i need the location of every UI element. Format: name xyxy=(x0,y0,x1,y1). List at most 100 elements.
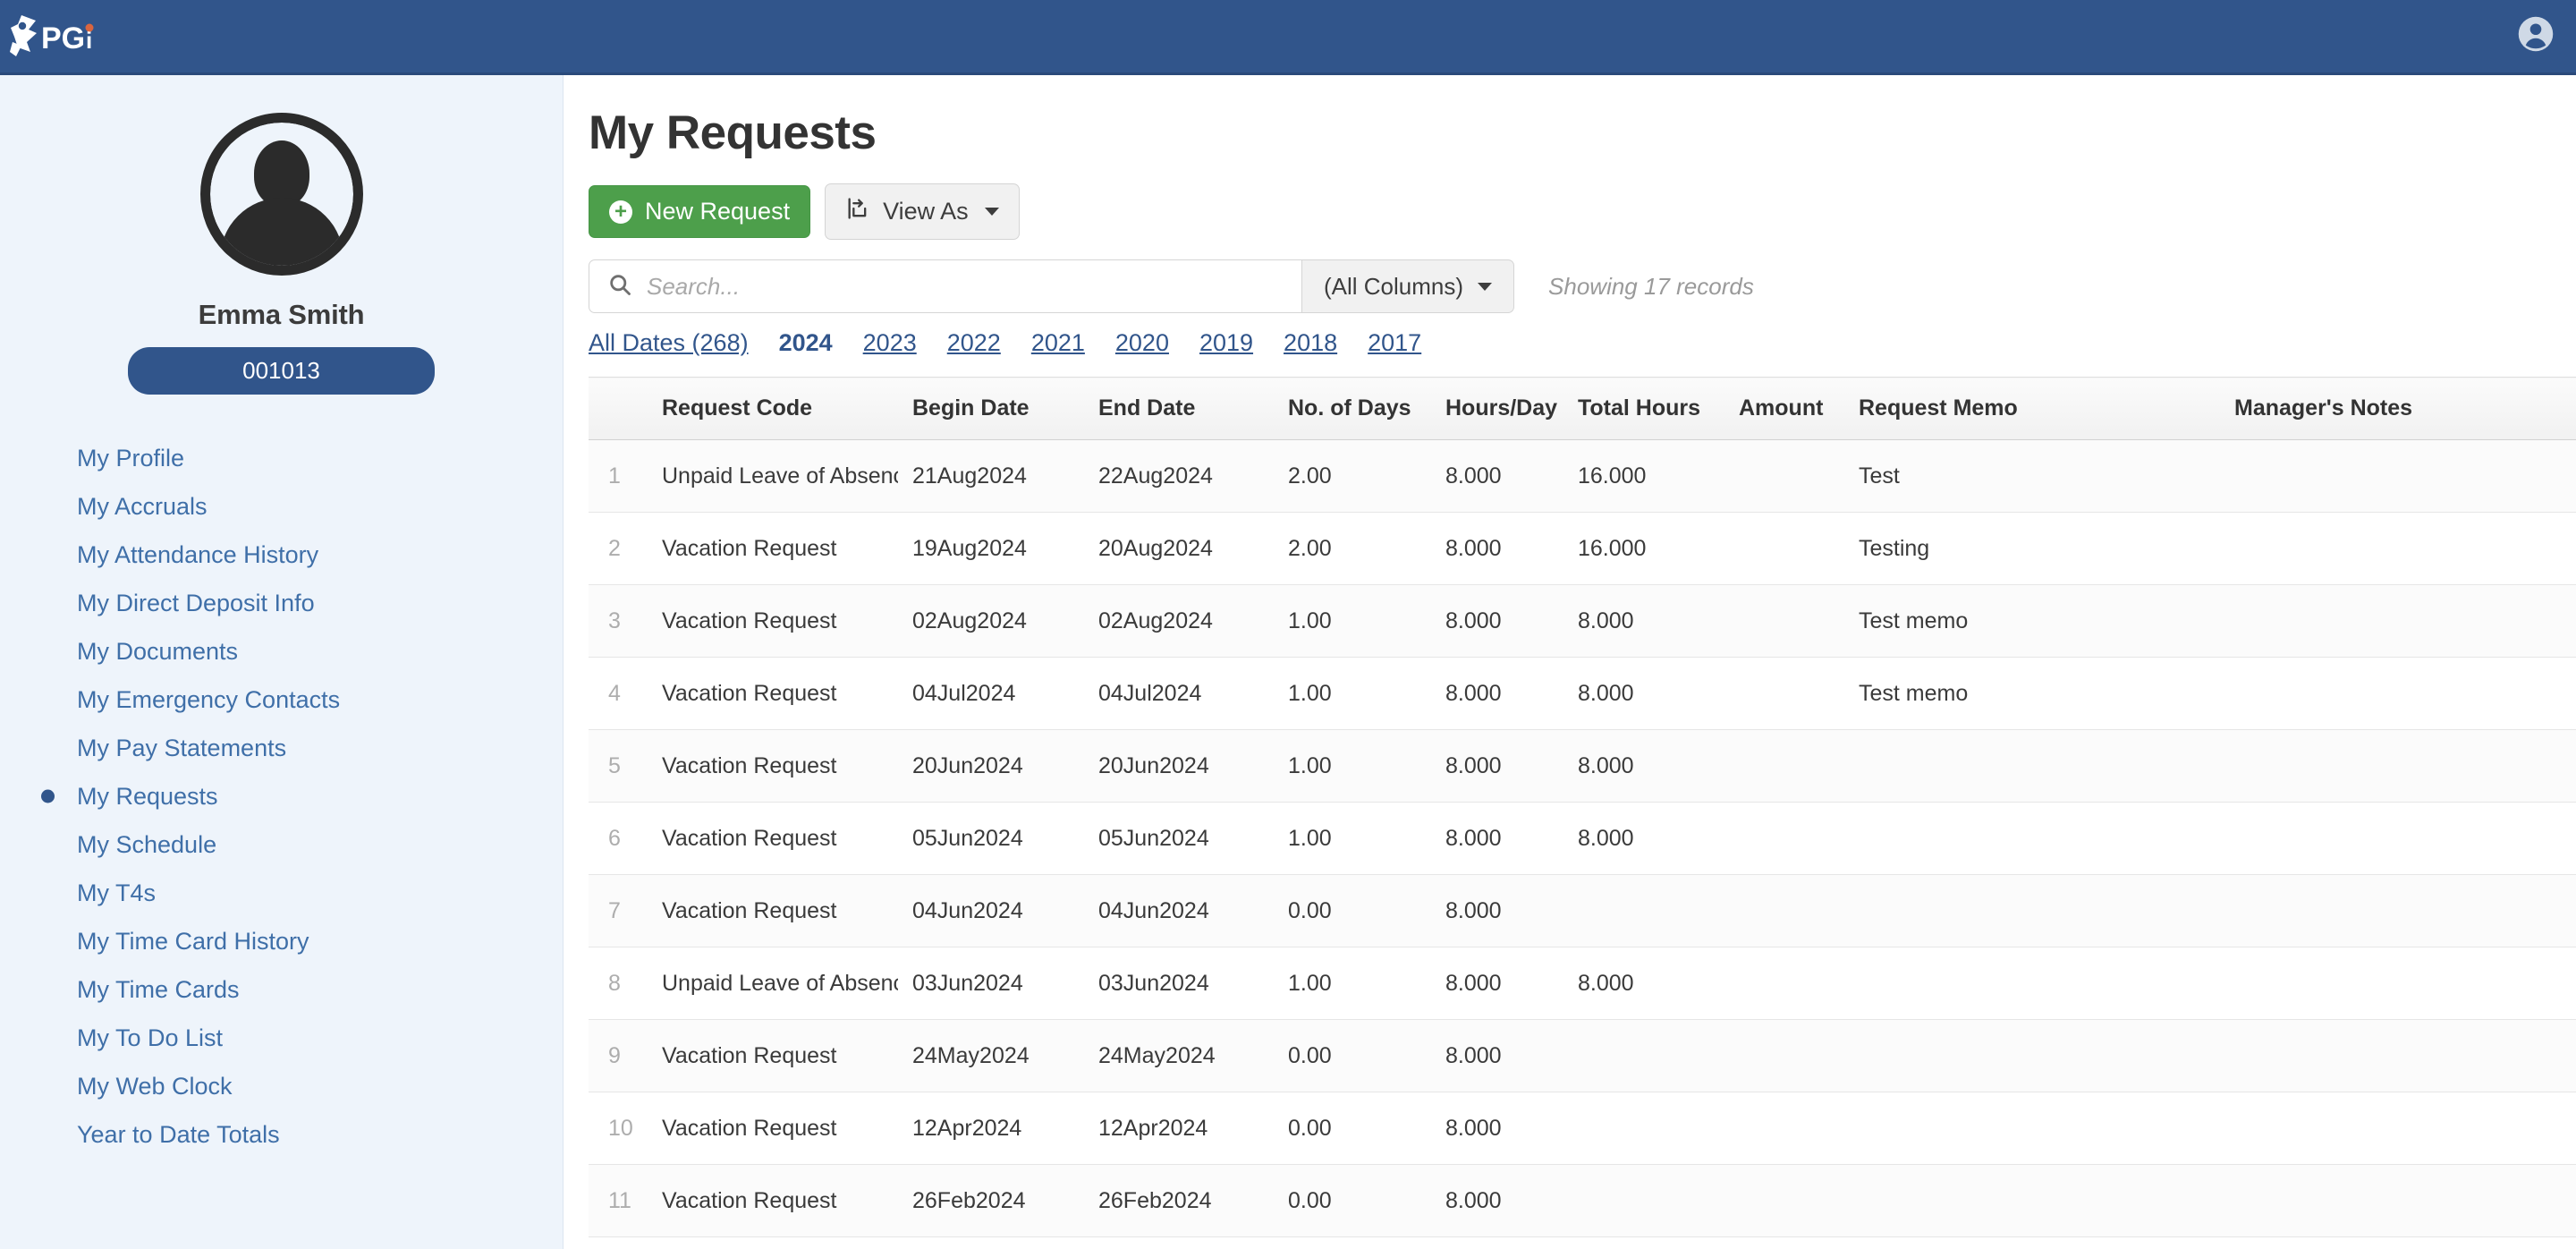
cell-end-date: 03Jun2024 xyxy=(1084,947,1274,1020)
table-row[interactable]: 11Vacation Request26Feb202426Feb20240.00… xyxy=(589,1165,2576,1237)
year-filter-2019[interactable]: 2019 xyxy=(1199,329,1253,357)
chevron-down-icon xyxy=(985,208,999,216)
cell-request-code: Vacation Request xyxy=(648,1092,898,1165)
cell-hours-per-day: 8.000 xyxy=(1431,875,1563,947)
columns-filter-dropdown[interactable]: (All Columns) xyxy=(1302,259,1514,313)
cell-hours-per-day: 8.000 xyxy=(1431,658,1563,730)
cell-request-code: Vacation Request xyxy=(648,513,898,585)
sidebar-item-my-requests[interactable]: My Requests xyxy=(0,772,563,820)
year-filter-2023[interactable]: 2023 xyxy=(863,329,917,357)
sidebar-item-my-direct-deposit-info[interactable]: My Direct Deposit Info xyxy=(0,579,563,627)
col-header-managers-notes[interactable]: Manager's Notes xyxy=(2220,378,2576,440)
col-header-request-memo[interactable]: Request Memo xyxy=(1844,378,2220,440)
cell-end-date: 26Feb2024 xyxy=(1084,1165,1274,1237)
cell-hours-per-day: 8.000 xyxy=(1431,1165,1563,1237)
brand-logo[interactable]: PG i xyxy=(0,0,107,72)
sidebar-item-my-schedule[interactable]: My Schedule xyxy=(0,820,563,869)
year-filter-2020[interactable]: 2020 xyxy=(1115,329,1169,357)
year-filter-2021[interactable]: 2021 xyxy=(1031,329,1085,357)
cell-request-memo xyxy=(1844,803,2220,875)
cell-amount xyxy=(1724,440,1844,513)
sidebar-item-label: My Direct Deposit Info xyxy=(77,590,315,617)
year-filter-2018[interactable]: 2018 xyxy=(1284,329,1337,357)
cell-no-of-days: 1.00 xyxy=(1274,803,1431,875)
table-row[interactable]: 5Vacation Request20Jun202420Jun20241.008… xyxy=(589,730,2576,803)
col-header-total-hours[interactable]: Total Hours xyxy=(1563,378,1724,440)
col-header-rownum[interactable] xyxy=(589,378,648,440)
col-header-no-of-days[interactable]: No. of Days xyxy=(1274,378,1431,440)
avatar xyxy=(0,75,563,276)
cell-end-date: 12Apr2024 xyxy=(1084,1092,1274,1165)
cell-hours-per-day: 8.000 xyxy=(1431,730,1563,803)
cell-end-date: 22Aug2024 xyxy=(1084,440,1274,513)
sidebar-item-my-accruals[interactable]: My Accruals xyxy=(0,482,563,531)
cell-request-memo: Test memo xyxy=(1844,658,2220,730)
col-header-hours-per-day[interactable]: Hours/Day xyxy=(1431,378,1563,440)
table-row[interactable]: 10Vacation Request12Apr202412Apr20240.00… xyxy=(589,1092,2576,1165)
sidebar-item-my-profile[interactable]: My Profile xyxy=(0,434,563,482)
table-row[interactable]: 3Vacation Request02Aug202402Aug20241.008… xyxy=(589,585,2576,658)
cell-no-of-days: 0.00 xyxy=(1274,875,1431,947)
col-header-amount[interactable]: Amount xyxy=(1724,378,1844,440)
table-row[interactable]: 2Vacation Request19Aug202420Aug20242.008… xyxy=(589,513,2576,585)
sidebar-item-label: My T4s xyxy=(77,879,156,907)
year-filter-all-dates-268[interactable]: All Dates (268) xyxy=(589,329,749,357)
sidebar-item-my-web-clock[interactable]: My Web Clock xyxy=(0,1062,563,1110)
table-row[interactable]: 1Unpaid Leave of Absence21Aug202422Aug20… xyxy=(589,440,2576,513)
sidebar-item-label: My Time Card History xyxy=(77,928,309,956)
cell-hours-per-day: 8.000 xyxy=(1431,1092,1563,1165)
sidebar-item-my-emergency-contacts[interactable]: My Emergency Contacts xyxy=(0,675,563,724)
sidebar-item-label: My Requests xyxy=(77,783,218,811)
view-as-button-label: View As xyxy=(883,198,969,225)
table-row[interactable]: 8Unpaid Leave of Absence03Jun202403Jun20… xyxy=(589,947,2576,1020)
col-header-end-date[interactable]: End Date xyxy=(1084,378,1274,440)
cell-request-code: Vacation Request xyxy=(648,1020,898,1092)
table-body: 1Unpaid Leave of Absence21Aug202422Aug20… xyxy=(589,440,2576,1237)
sidebar-item-label: My Accruals xyxy=(77,493,208,521)
cell-no-of-days: 2.00 xyxy=(1274,513,1431,585)
cell-managers-notes xyxy=(2220,947,2576,1020)
cell-no-of-days: 0.00 xyxy=(1274,1165,1431,1237)
table-row[interactable]: 9Vacation Request24May202424May20240.008… xyxy=(589,1020,2576,1092)
cell-total-hours xyxy=(1563,1165,1724,1237)
col-header-request-code[interactable]: Request Code xyxy=(648,378,898,440)
cell-request-code: Vacation Request xyxy=(648,803,898,875)
sidebar: Emma Smith 001013 My ProfileMy AccrualsM… xyxy=(0,75,564,1249)
search-box[interactable] xyxy=(589,259,1302,313)
year-filter-2022[interactable]: 2022 xyxy=(947,329,1001,357)
year-filter-2017[interactable]: 2017 xyxy=(1368,329,1421,357)
sidebar-item-my-time-card-history[interactable]: My Time Card History xyxy=(0,917,563,965)
cell-end-date: 05Jun2024 xyxy=(1084,803,1274,875)
sidebar-item-my-time-cards[interactable]: My Time Cards xyxy=(0,965,563,1014)
cell-no-of-days: 1.00 xyxy=(1274,947,1431,1020)
user-account-icon[interactable] xyxy=(2517,15,2555,57)
sidebar-item-my-pay-statements[interactable]: My Pay Statements xyxy=(0,724,563,772)
cell-row-number: 3 xyxy=(589,585,648,658)
cell-row-number: 6 xyxy=(589,803,648,875)
main-content: My Requests + New Request View As xyxy=(564,75,2576,1249)
sidebar-item-my-t4s[interactable]: My T4s xyxy=(0,869,563,917)
sidebar-item-year-to-date-totals[interactable]: Year to Date Totals xyxy=(0,1110,563,1159)
sidebar-item-label: My Schedule xyxy=(77,831,216,859)
cell-request-code: Vacation Request xyxy=(648,730,898,803)
sidebar-item-my-attendance-history[interactable]: My Attendance History xyxy=(0,531,563,579)
sidebar-item-my-documents[interactable]: My Documents xyxy=(0,627,563,675)
cell-end-date: 04Jun2024 xyxy=(1084,875,1274,947)
table-row[interactable]: 7Vacation Request04Jun202404Jun20240.008… xyxy=(589,875,2576,947)
col-header-begin-date[interactable]: Begin Date xyxy=(898,378,1084,440)
sidebar-item-my-to-do-list[interactable]: My To Do List xyxy=(0,1014,563,1062)
cell-amount xyxy=(1724,875,1844,947)
search-input[interactable] xyxy=(645,272,1301,302)
cell-end-date: 24May2024 xyxy=(1084,1020,1274,1092)
cell-request-memo xyxy=(1844,730,2220,803)
cell-begin-date: 04Jun2024 xyxy=(898,875,1084,947)
cell-total-hours xyxy=(1563,875,1724,947)
table-row[interactable]: 6Vacation Request05Jun202405Jun20241.008… xyxy=(589,803,2576,875)
cell-end-date: 20Aug2024 xyxy=(1084,513,1274,585)
new-request-button[interactable]: + New Request xyxy=(589,185,810,238)
cell-amount xyxy=(1724,658,1844,730)
table-row[interactable]: 4Vacation Request04Jul202404Jul20241.008… xyxy=(589,658,2576,730)
cell-managers-notes xyxy=(2220,875,2576,947)
view-as-button[interactable]: View As xyxy=(825,183,1020,240)
cell-end-date: 04Jul2024 xyxy=(1084,658,1274,730)
